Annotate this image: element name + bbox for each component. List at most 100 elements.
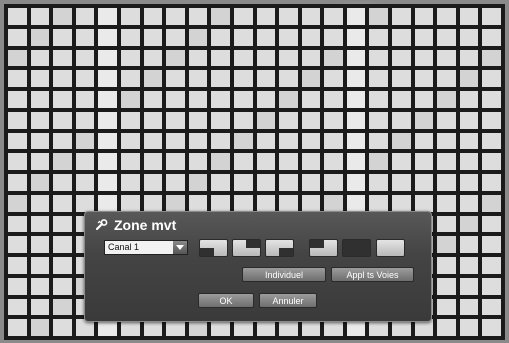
grid-cell[interactable] <box>437 277 456 295</box>
grid-cell[interactable] <box>482 111 501 129</box>
grid-cell[interactable] <box>279 28 298 46</box>
grid-cell[interactable] <box>369 153 389 170</box>
grid-cell[interactable] <box>437 215 456 233</box>
grid-cell[interactable] <box>459 194 479 212</box>
grid-cell[interactable] <box>8 215 27 233</box>
grid-cell[interactable] <box>120 91 140 108</box>
grid-cell[interactable] <box>324 132 343 150</box>
grid-cell[interactable] <box>211 132 230 150</box>
grid-cell[interactable] <box>98 70 117 87</box>
grid-cell[interactable] <box>324 111 343 129</box>
grid-cell[interactable] <box>414 194 434 212</box>
grid-cell[interactable] <box>30 91 50 108</box>
layout-full-button[interactable] <box>342 239 371 257</box>
grid-cell[interactable] <box>482 174 501 191</box>
grid-cell[interactable] <box>211 28 230 46</box>
grid-cell[interactable] <box>369 8 389 25</box>
grid-cell[interactable] <box>30 153 50 170</box>
grid-cell[interactable] <box>279 174 298 191</box>
grid-cell[interactable] <box>53 153 72 170</box>
grid-cell[interactable] <box>482 8 501 25</box>
grid-cell[interactable] <box>53 49 72 67</box>
grid-cell[interactable] <box>459 111 479 129</box>
grid-cell[interactable] <box>256 8 276 25</box>
grid-cell[interactable] <box>324 174 343 191</box>
grid-cell[interactable] <box>482 91 501 108</box>
grid-cell[interactable] <box>414 111 434 129</box>
grid-cell[interactable] <box>392 153 411 170</box>
grid-cell[interactable] <box>256 70 276 87</box>
layout-bottom-right-button[interactable] <box>265 239 294 257</box>
grid-cell[interactable] <box>437 236 456 253</box>
grid-cell[interactable] <box>30 8 50 25</box>
grid-cell[interactable] <box>211 70 230 87</box>
grid-cell[interactable] <box>482 28 501 46</box>
grid-cell[interactable] <box>53 132 72 150</box>
layout-empty-button[interactable] <box>376 239 405 257</box>
grid-cell[interactable] <box>414 153 434 170</box>
grid-cell[interactable] <box>188 8 208 25</box>
grid-cell[interactable] <box>324 8 343 25</box>
grid-cell[interactable] <box>53 28 72 46</box>
grid-cell[interactable] <box>437 8 456 25</box>
grid-cell[interactable] <box>30 298 50 316</box>
grid-cell[interactable] <box>188 111 208 129</box>
grid-cell[interactable] <box>8 49 27 67</box>
grid-cell[interactable] <box>233 49 253 67</box>
grid-cell[interactable] <box>8 174 27 191</box>
grid-cell[interactable] <box>30 194 50 212</box>
cancel-button[interactable]: Annuler <box>259 293 317 308</box>
grid-cell[interactable] <box>301 49 321 67</box>
grid-cell[interactable] <box>392 132 411 150</box>
grid-cell[interactable] <box>324 70 343 87</box>
grid-cell[interactable] <box>414 70 434 87</box>
grid-cell[interactable] <box>392 111 411 129</box>
grid-cell[interactable] <box>211 49 230 67</box>
grid-cell[interactable] <box>75 49 95 67</box>
individual-button[interactable]: Individuel <box>242 267 326 282</box>
grid-cell[interactable] <box>482 153 501 170</box>
grid-cell[interactable] <box>120 194 140 212</box>
grid-cell[interactable] <box>233 91 253 108</box>
grid-cell[interactable] <box>143 111 163 129</box>
grid-cell[interactable] <box>188 174 208 191</box>
grid-cell[interactable] <box>482 298 501 316</box>
grid-cell[interactable] <box>233 132 253 150</box>
grid-cell[interactable] <box>459 319 479 336</box>
grid-cell[interactable] <box>120 28 140 46</box>
apply-all-channels-button[interactable]: Appl ts Voies <box>331 267 414 282</box>
grid-cell[interactable] <box>120 49 140 67</box>
grid-cell[interactable] <box>188 153 208 170</box>
grid-cell[interactable] <box>369 28 389 46</box>
grid-cell[interactable] <box>459 236 479 253</box>
layout-top-left-button[interactable] <box>309 239 338 257</box>
grid-cell[interactable] <box>459 70 479 87</box>
grid-cell[interactable] <box>53 70 72 87</box>
grid-cell[interactable] <box>279 132 298 150</box>
grid-cell[interactable] <box>301 70 321 87</box>
grid-cell[interactable] <box>75 194 95 212</box>
grid-cell[interactable] <box>75 70 95 87</box>
grid-cell[interactable] <box>8 298 27 316</box>
grid-cell[interactable] <box>392 91 411 108</box>
grid-cell[interactable] <box>98 174 117 191</box>
grid-cell[interactable] <box>211 8 230 25</box>
grid-cell[interactable] <box>8 70 27 87</box>
grid-cell[interactable] <box>75 174 95 191</box>
grid-cell[interactable] <box>30 174 50 191</box>
grid-cell[interactable] <box>233 153 253 170</box>
grid-cell[interactable] <box>98 153 117 170</box>
grid-cell[interactable] <box>75 153 95 170</box>
grid-cell[interactable] <box>53 215 72 233</box>
grid-cell[interactable] <box>301 111 321 129</box>
grid-cell[interactable] <box>256 91 276 108</box>
grid-cell[interactable] <box>437 194 456 212</box>
grid-cell[interactable] <box>30 70 50 87</box>
grid-cell[interactable] <box>8 194 27 212</box>
grid-cell[interactable] <box>301 91 321 108</box>
grid-cell[interactable] <box>482 319 501 336</box>
grid-cell[interactable] <box>301 8 321 25</box>
grid-cell[interactable] <box>279 70 298 87</box>
grid-cell[interactable] <box>143 70 163 87</box>
grid-cell[interactable] <box>256 174 276 191</box>
